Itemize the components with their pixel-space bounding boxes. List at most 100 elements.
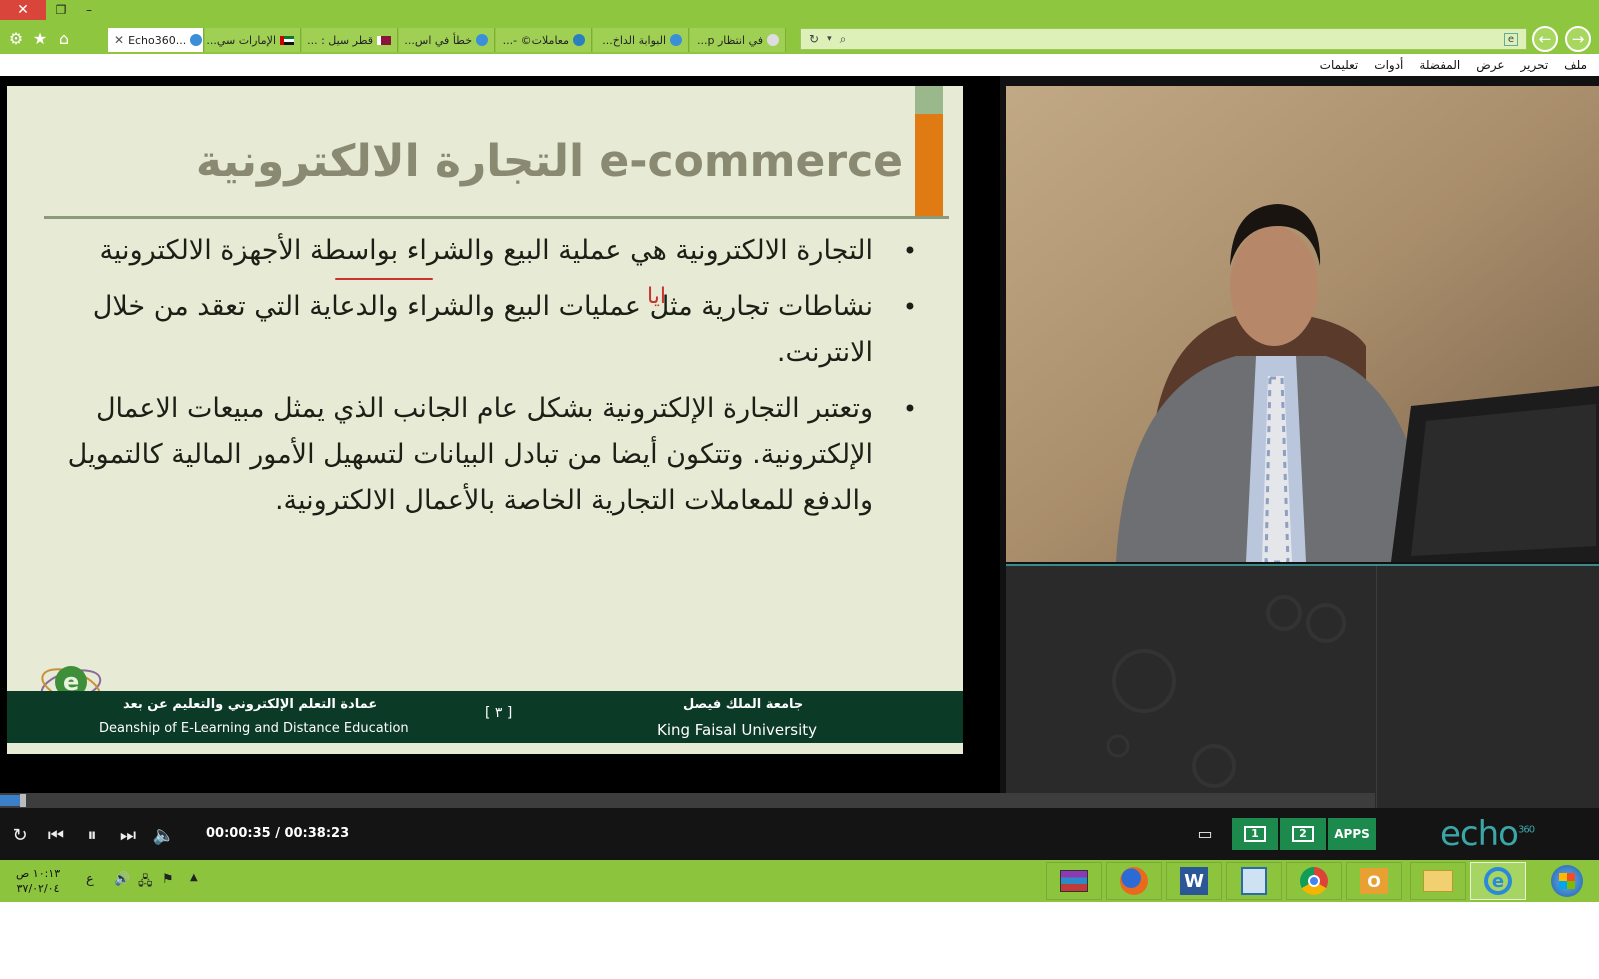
dropdown-icon[interactable]: ▾ — [827, 34, 832, 44]
ie-icon — [190, 34, 203, 46]
tab-label: معاملات© -... — [502, 33, 569, 47]
view-2-label: 2 — [1292, 826, 1314, 842]
tab-label: في انتظار p... — [696, 33, 763, 47]
minimize-window-button[interactable]: – — [78, 0, 100, 20]
tab-waiting[interactable]: في انتظار p... — [690, 28, 786, 52]
slide-bullets: التجارة الالكترونية هي عملية البيع والشر… — [57, 228, 917, 534]
bullet-item: التجارة الالكترونية هي عملية البيع والشر… — [57, 228, 917, 274]
lecture-slide: التجارة الالكترونية e-commerce التجارة ا… — [7, 86, 963, 754]
layout-toggle-icon[interactable]: ▭ — [1188, 818, 1222, 848]
echo360-player: التجارة الالكترونية e-commerce التجارة ا… — [0, 76, 1599, 866]
replay-icon[interactable]: ↻ — [6, 822, 34, 848]
tab-portal[interactable]: البوابة الداخ... — [593, 28, 689, 52]
deanship-name-arabic: عمادة التعلم الإلكتروني والتعليم عن بعد — [123, 697, 378, 712]
background-pattern — [1106, 595, 1346, 788]
back-button[interactable]: ← — [1532, 26, 1558, 52]
start-button[interactable] — [1538, 862, 1596, 900]
progress-handle[interactable] — [20, 794, 26, 807]
settings-gear-icon[interactable]: ⚙ — [6, 28, 26, 48]
close-tab-icon[interactable]: ✕ — [114, 33, 124, 47]
home-icon[interactable]: ⌂ — [54, 28, 74, 48]
language-indicator[interactable]: ع — [86, 872, 94, 887]
compat-view-icon[interactable]: e — [1503, 32, 1518, 46]
timecode: 00:00:35 / 00:38:23 — [206, 826, 350, 841]
tab-echo360[interactable]: ✕ Echo360... — [108, 28, 204, 52]
file-explorer-icon[interactable] — [1410, 862, 1466, 900]
ie-icon — [670, 34, 682, 46]
slide-footer: عمادة التعلم الإلكتروني والتعليم عن بعد … — [7, 691, 963, 743]
view-2-button[interactable]: 2 — [1280, 818, 1326, 850]
window-titlebar: ✕ ❐ – — [0, 0, 1599, 22]
show-hidden-icons-icon[interactable]: ▲ — [190, 872, 198, 883]
tab-label: خطأ في اس... — [404, 33, 472, 47]
presenter-video[interactable] — [1006, 86, 1599, 562]
speaker-icon[interactable]: 🔊 — [114, 872, 130, 887]
loading-icon — [573, 34, 585, 46]
page-icon — [767, 34, 779, 46]
firefox-icon[interactable] — [1106, 862, 1162, 900]
pen-underline — [335, 278, 433, 280]
university-name-arabic: جامعة الملك فيصل — [683, 697, 804, 712]
presenter-video-frame — [1006, 86, 1599, 562]
menu-favorites[interactable]: المفضلة — [1419, 58, 1460, 72]
ie-icon — [476, 34, 488, 46]
volume-icon[interactable]: 🔈 — [150, 822, 178, 848]
restore-window-button[interactable]: ❐ — [50, 0, 72, 20]
search-icon[interactable]: ⌕ — [840, 32, 847, 47]
tab-label: البوابة الداخ... — [602, 33, 666, 47]
skip-back-button[interactable]: ⏮ — [42, 822, 70, 848]
skip-forward-button[interactable]: ⏭ — [114, 822, 142, 848]
network-app-icon[interactable] — [1226, 862, 1282, 900]
bullet-item: وتعتبر التجارة الإلكترونية بشكل عام الجا… — [57, 386, 917, 524]
slide-pane[interactable]: التجارة الالكترونية e-commerce التجارة ا… — [0, 76, 1000, 806]
close-window-button[interactable]: ✕ — [0, 0, 46, 20]
tab-label: قطر سيل : ... — [307, 33, 373, 47]
word-icon[interactable]: W — [1166, 862, 1222, 900]
playback-progress-bar[interactable] — [0, 793, 1375, 808]
windows-taskbar: ١٠:١٣ ص ٣٧/٠٢/٠٤ ع 🔊 🖧 ⚑ ▲ W O e — [0, 860, 1599, 902]
clock-date: ٣٧/٠٢/٠٤ — [16, 882, 60, 895]
tab-qatar[interactable]: قطر سيل : ... — [302, 28, 398, 52]
menu-bar: ملف تحرير عرض المفضلة أدوات تعليمات — [0, 54, 1599, 76]
uae-flag-icon — [280, 35, 294, 45]
refresh-icon[interactable]: ↻ — [809, 32, 819, 46]
tab-label: Echo360... — [128, 33, 187, 47]
menu-view[interactable]: عرض — [1476, 58, 1504, 72]
echo360-logo: echo360 — [1440, 814, 1535, 854]
bullet-item: نشاطات تجارية مثل عمليات البيع والشراء و… — [57, 284, 917, 376]
winrar-icon[interactable] — [1046, 862, 1102, 900]
slide-title: التجارة الالكترونية e-commerce — [195, 136, 903, 187]
deanship-name-english: Deanship of E-Learning and Distance Educ… — [99, 721, 409, 736]
favorites-star-icon[interactable]: ★ — [30, 28, 50, 48]
clock-time: ١٠:١٣ ص — [16, 867, 61, 880]
action-center-flag-icon[interactable]: ⚑ — [162, 872, 174, 887]
tab-label: الإمارات سي... — [206, 33, 276, 47]
echo-logo-text: echo — [1440, 814, 1519, 854]
progress-fill — [0, 795, 21, 806]
echo-logo-sup: 360 — [1517, 824, 1535, 836]
tab-transactions[interactable]: معاملات© -... — [496, 28, 592, 52]
tab-error[interactable]: خطأ في اس... — [399, 28, 495, 52]
menu-file[interactable]: ملف — [1564, 58, 1587, 72]
university-name-english: King Faisal University — [657, 721, 818, 739]
internet-explorer-icon[interactable]: e — [1470, 862, 1526, 900]
network-icon[interactable]: 🖧 — [138, 872, 153, 894]
view-1-button[interactable]: 1 — [1232, 818, 1278, 850]
system-clock[interactable]: ١٠:١٣ ص ٣٧/٠٢/٠٤ — [16, 866, 60, 896]
slide-page-number: [ ٣ ] — [485, 705, 513, 721]
player-controls: ↻ ⏮ ⏸ ⏭ 🔈 00:00:35 / 00:38:23 ▭ 1 2 APPS… — [0, 808, 1599, 860]
apps-label: APPS — [1334, 827, 1370, 841]
outlook-icon[interactable]: O — [1346, 862, 1402, 900]
chrome-icon[interactable] — [1286, 862, 1342, 900]
menu-edit[interactable]: تحرير — [1521, 58, 1549, 72]
pause-button[interactable]: ⏸ — [78, 822, 106, 848]
pen-annotation: ايا — [647, 284, 666, 309]
apps-button[interactable]: APPS — [1328, 818, 1376, 850]
qatar-flag-icon — [377, 35, 391, 45]
tab-emirates[interactable]: الإمارات سي... — [205, 28, 301, 52]
forward-button[interactable]: → — [1565, 26, 1591, 52]
address-bar[interactable]: ↻ ▾ ⌕ e — [800, 28, 1527, 50]
slide-accent-band — [915, 86, 943, 216]
menu-tools[interactable]: أدوات — [1374, 58, 1403, 72]
menu-help[interactable]: تعليمات — [1320, 58, 1359, 72]
